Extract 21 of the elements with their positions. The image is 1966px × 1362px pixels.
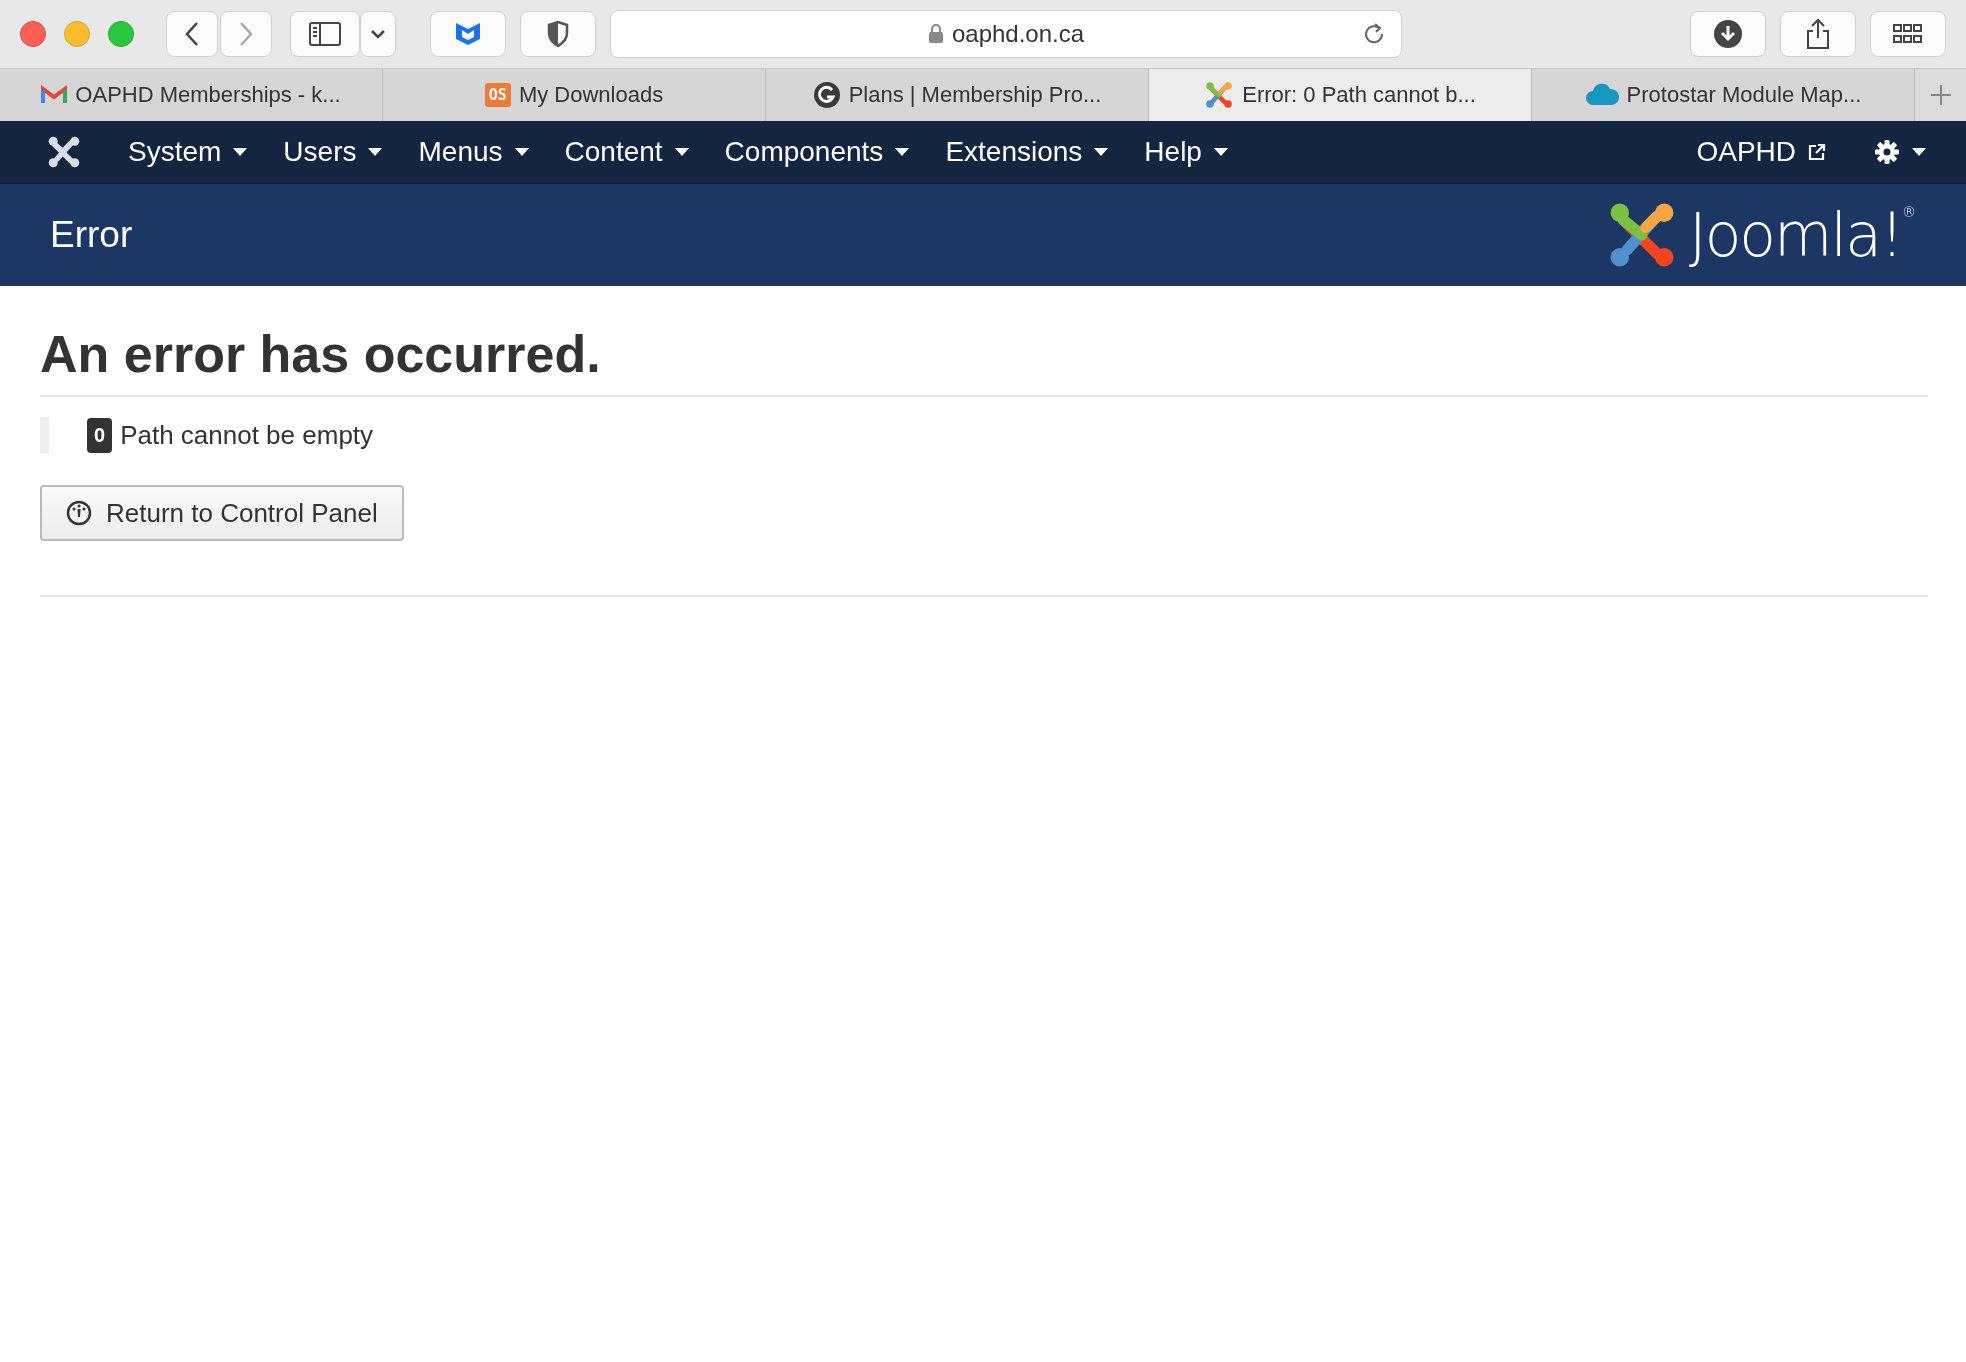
page-title: Error bbox=[50, 214, 134, 256]
site-link[interactable]: OAPHD bbox=[1696, 136, 1826, 168]
menu-item[interactable]: Menus bbox=[418, 136, 529, 168]
address-bar[interactable]: oaphd.on.ca bbox=[610, 10, 1402, 58]
joomla-logo-text: Joomla!$^{®}$ bbox=[1688, 200, 1914, 270]
menu-item[interactable]: Help bbox=[1144, 136, 1228, 168]
error-code: 0 bbox=[87, 417, 113, 453]
browser-tab[interactable]: OAPHD Memberships - k... bbox=[0, 69, 383, 121]
app-badge: OS bbox=[484, 83, 511, 107]
menu-item[interactable]: Users bbox=[283, 136, 383, 168]
error-message: Path cannot be empty bbox=[120, 419, 374, 451]
browser-tab[interactable]: Error: 0 Path cannot b... bbox=[1149, 69, 1532, 121]
menu-item[interactable]: Components bbox=[724, 136, 910, 168]
menu-item[interactable]: Content bbox=[564, 136, 689, 168]
browser-tab[interactable]: Protostar Module Map... bbox=[1532, 69, 1915, 121]
browser-tab[interactable]: Plans | Membership Pro... bbox=[766, 69, 1149, 121]
error-heading: An error has occurred. bbox=[40, 326, 1928, 398]
menu-item[interactable]: Extensions bbox=[945, 136, 1109, 168]
return-button[interactable]: Return to Control Panel bbox=[40, 485, 404, 542]
menu-item[interactable]: System bbox=[128, 136, 248, 168]
browser-tab[interactable]: OS My Downloads bbox=[383, 69, 766, 121]
